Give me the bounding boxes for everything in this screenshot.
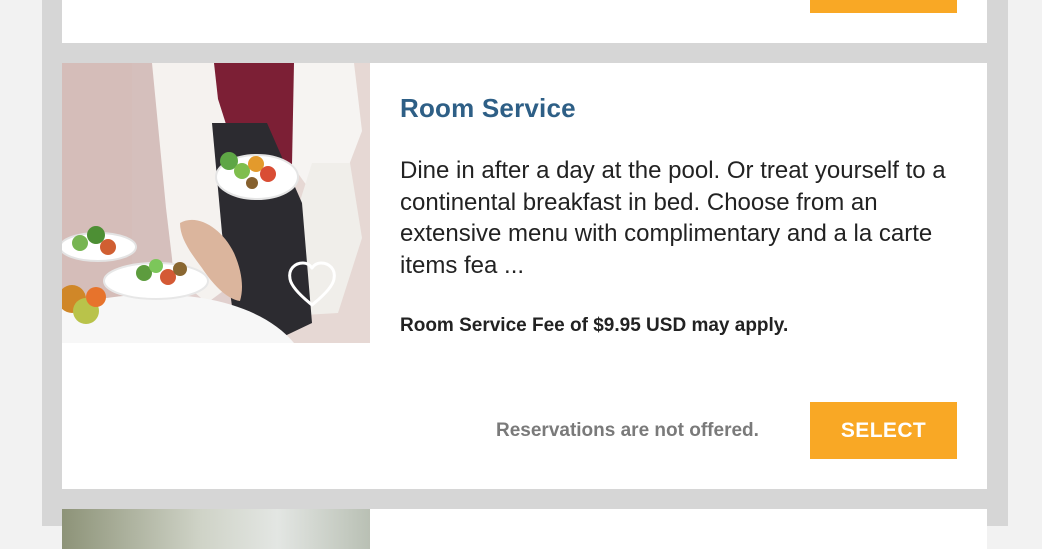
room-service-card: Room Service Dine in after a day at the … — [62, 63, 987, 489]
previous-select-button[interactable] — [810, 0, 957, 13]
select-button[interactable]: SELECT — [810, 402, 957, 459]
reservation-status-note: Reservations are not offered. — [496, 420, 759, 441]
room-service-photo — [62, 63, 370, 343]
next-listing-photo — [62, 509, 370, 549]
listing-title: Room Service — [400, 93, 576, 123]
service-fee-note: Room Service Fee of $9.95 USD may apply. — [400, 315, 789, 336]
heart-icon[interactable] — [284, 259, 340, 311]
next-listing-card — [62, 509, 987, 549]
listing-description: Dine in after a day at the pool. Or trea… — [400, 157, 946, 279]
previous-listing-card — [62, 0, 987, 43]
